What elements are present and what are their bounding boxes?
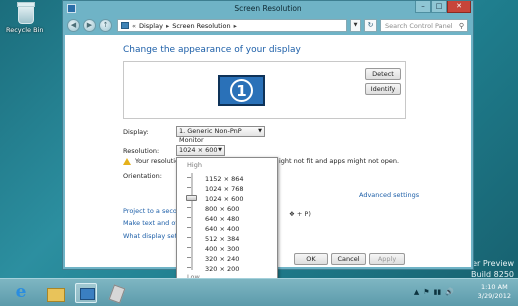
slider-tick	[187, 217, 191, 218]
monitor-number: 1	[230, 79, 253, 102]
search-icon: ⚲	[458, 21, 464, 30]
window-controls: – □ ✕	[415, 1, 471, 13]
close-button[interactable]: ✕	[447, 1, 471, 13]
page-title: Change the appearance of your display	[123, 45, 301, 55]
slider-tick	[187, 227, 191, 228]
taskbar: e ▲ ⚑ ▮▮ 🔊 1:10 AM 3/29/2012	[0, 278, 518, 306]
system-tray: ▲ ⚑ ▮▮ 🔊	[414, 288, 454, 296]
back-button[interactable]: ◀	[67, 19, 80, 32]
control-panel-taskbar-icon[interactable]	[75, 283, 97, 303]
display-select-value: 1. Generic Non-PnP Monitor	[179, 127, 242, 144]
resolution-warning: Your resolution	[123, 157, 183, 165]
win-key-hint: ❖ + P)	[289, 210, 311, 218]
build-watermark: er Preview Build 8250	[471, 258, 514, 280]
action-center-icon[interactable]: ⚑	[423, 288, 429, 296]
minimize-button[interactable]: –	[415, 1, 431, 13]
watermark-line-1: er Preview	[472, 259, 514, 268]
trash-icon	[17, 2, 35, 24]
monitor-icon[interactable]: 1	[218, 75, 265, 106]
apply-button[interactable]: Apply	[369, 253, 405, 265]
resolution-option[interactable]: 1024 × 600	[205, 195, 244, 203]
maximize-button[interactable]: □	[431, 1, 447, 13]
content-area: Change the appearance of your display 1 …	[65, 35, 471, 286]
windows-logo-icon: ❖	[289, 210, 295, 218]
resolution-option[interactable]: 640 × 400	[205, 225, 239, 233]
address-dropdown-button[interactable]: ▼	[350, 19, 361, 32]
resolution-option[interactable]: 1152 × 864	[205, 175, 244, 183]
display-label: Display:	[123, 128, 149, 136]
search-placeholder: Search Control Panel	[385, 21, 453, 30]
chevron-down-icon: ▼	[258, 128, 262, 134]
slider-tick	[187, 247, 191, 248]
internet-explorer-icon[interactable]: e	[10, 283, 32, 303]
high-label: High	[187, 161, 202, 169]
resolution-label: Resolution:	[123, 147, 160, 155]
volume-icon[interactable]: 🔊	[445, 288, 454, 296]
file-explorer-icon[interactable]	[44, 283, 66, 303]
win-key-hint-text: + P)	[296, 210, 311, 218]
resolution-select-value: 1024 × 600	[179, 146, 218, 154]
window-title: Screen Resolution	[234, 4, 302, 13]
display-preview: 1 Detect Identify	[123, 61, 406, 119]
slider-tick	[187, 257, 191, 258]
slider-tick	[187, 207, 191, 208]
resolution-option[interactable]: 640 × 480	[205, 215, 239, 223]
slider-tick	[187, 267, 191, 268]
recycle-bin-icon[interactable]: Recycle Bin	[6, 2, 46, 34]
resolution-select[interactable]: 1024 × 600 ▼	[176, 145, 225, 156]
warning-icon	[123, 157, 131, 165]
breadcrumb-overflow[interactable]: «	[132, 22, 136, 30]
cancel-button[interactable]: Cancel	[331, 253, 366, 265]
resolution-option[interactable]: 320 × 200	[205, 265, 239, 273]
search-input[interactable]: Search Control Panel ⚲	[380, 19, 468, 32]
detect-button[interactable]: Detect	[365, 68, 401, 80]
resolution-slider-thumb[interactable]	[186, 195, 197, 201]
resolution-option[interactable]: 800 × 600	[205, 205, 239, 213]
forward-button[interactable]: ▶	[83, 19, 96, 32]
identify-button[interactable]: Identify	[365, 83, 401, 95]
resolution-slider-track[interactable]	[191, 173, 193, 270]
show-hidden-icons-icon[interactable]: ▲	[414, 288, 419, 296]
clock-time: 1:10 AM	[480, 283, 508, 291]
breadcrumb-display[interactable]: Display	[139, 22, 163, 30]
resolution-option[interactable]: 320 × 240	[205, 255, 239, 263]
clock-date: 3/29/2012	[477, 292, 511, 300]
up-button[interactable]: ↑	[99, 19, 112, 32]
title-bar[interactable]: Screen Resolution – □ ✕	[63, 1, 473, 17]
resolution-option[interactable]: 1024 × 768	[205, 185, 244, 193]
screen-resolution-window: Screen Resolution – □ ✕ ◀ ▶ ↑ « Display …	[62, 0, 474, 286]
address-bar[interactable]: « Display ▸ Screen Resolution ▸	[117, 19, 347, 32]
recycle-bin-label: Recycle Bin	[6, 26, 44, 34]
slider-tick	[187, 177, 191, 178]
ok-button[interactable]: OK	[294, 253, 328, 265]
advanced-settings-link[interactable]: Advanced settings	[359, 191, 419, 199]
network-icon[interactable]: ▮▮	[434, 288, 442, 296]
navigation-bar: ◀ ▶ ↑ « Display ▸ Screen Resolution ▸ ▼ …	[65, 17, 471, 34]
display-select[interactable]: 1. Generic Non-PnP Monitor ▼	[176, 126, 265, 144]
paint-icon[interactable]	[106, 283, 128, 303]
resolution-option[interactable]: 400 × 300	[205, 245, 239, 253]
breadcrumb-screen-resolution[interactable]: Screen Resolution	[172, 22, 230, 30]
clock[interactable]: 1:10 AM 3/29/2012	[478, 283, 511, 301]
chevron-down-icon: ▼	[218, 147, 222, 153]
warning-text-tail: ight not fit and apps might not open.	[279, 157, 400, 165]
resolution-option[interactable]: 512 × 384	[205, 235, 239, 243]
refresh-button[interactable]: ↻	[364, 19, 377, 32]
breadcrumb-separator[interactable]: ▸	[166, 22, 169, 30]
breadcrumb-separator[interactable]: ▸	[234, 22, 237, 30]
resolution-dropdown: High 1152 × 864 1024 × 768 1024 × 600 800 ×…	[176, 157, 278, 286]
slider-tick	[187, 187, 191, 188]
control-panel-icon	[121, 22, 129, 29]
slider-tick	[187, 237, 191, 238]
orientation-label: Orientation:	[123, 172, 162, 180]
